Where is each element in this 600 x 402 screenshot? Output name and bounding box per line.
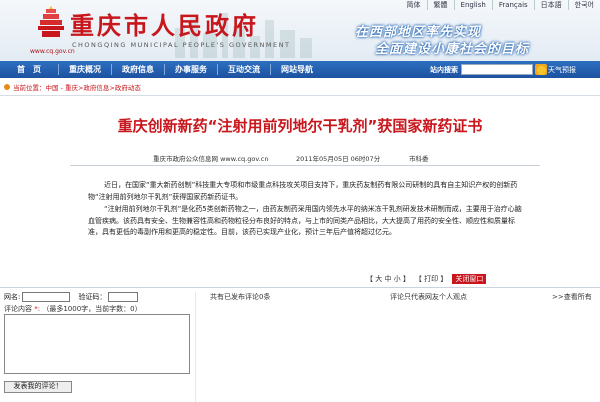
lang-traditional[interactable]: 繁體 bbox=[426, 0, 454, 10]
site-subtitle: CHONGQING MUNICIPAL PEOPLE'S GOVERNMENT bbox=[72, 41, 291, 49]
nav-item-services[interactable]: 办事服务 bbox=[165, 64, 217, 75]
site-title: 重庆市人民政府 bbox=[70, 12, 259, 40]
main-nav: 首页 重庆概况 政府信息 办事服务 互动交流 网站导航 站内搜索 天气预报 bbox=[0, 61, 600, 78]
search-input[interactable] bbox=[461, 64, 533, 75]
tools-divider bbox=[0, 287, 600, 288]
comment-textarea[interactable] bbox=[4, 314, 190, 374]
lang-simplified[interactable]: 简体 bbox=[401, 0, 427, 10]
nav-item-home[interactable]: 首页 bbox=[0, 64, 58, 75]
weather-link[interactable]: 天气预报 bbox=[537, 65, 576, 75]
comment-divider bbox=[195, 292, 196, 402]
comment-count: 共有已发布评论0条 bbox=[210, 293, 271, 301]
lang-japanese[interactable]: 日本語 bbox=[533, 0, 568, 10]
nav-item-gov-info[interactable]: 政府信息 bbox=[112, 64, 164, 75]
site-header: www.cq.gov.cn 重庆市人民政府 CHONGQING MUNICIPA… bbox=[0, 0, 600, 61]
location-icon bbox=[4, 84, 10, 90]
nav-item-sitemap[interactable]: 网站导航 bbox=[271, 64, 323, 75]
print-button[interactable]: 【 打印 】 bbox=[415, 274, 447, 284]
search-label: 站内搜索 bbox=[430, 65, 458, 74]
lang-korean[interactable]: 한국어 bbox=[567, 0, 600, 10]
breadcrumb-text[interactable]: 当前位置：中国 - 重庆>政府信息>政府动态 bbox=[13, 82, 141, 92]
site-search: 站内搜索 bbox=[430, 64, 547, 75]
lang-french[interactable]: Français bbox=[491, 0, 534, 10]
comment-disclaimer: 评论只代表网友个人观点 bbox=[390, 293, 467, 301]
article-date: 2011年05月05日 06时07分 bbox=[296, 155, 381, 163]
required-mark: *: bbox=[34, 305, 41, 313]
nav-item-overview[interactable]: 重庆概况 bbox=[59, 64, 111, 75]
captcha-input[interactable] bbox=[108, 292, 139, 302]
article-tools: 【 大 中 小 】 【 打印 】 关闭窗口 bbox=[366, 274, 491, 284]
comment-section: 网名: 验证码： 评论内容 *: （最多1000字，当前字数：0） 发表我的评论… bbox=[0, 292, 600, 402]
captcha-label: 验证码： bbox=[78, 293, 107, 301]
breadcrumb: 当前位置：中国 - 重庆>政府信息>政府动态 bbox=[4, 82, 141, 92]
article-source: 重庆市政府公众信息网 www.cq.gov.cn bbox=[153, 155, 269, 163]
submit-comment-button[interactable]: 发表我的评论！ bbox=[4, 381, 72, 393]
site-url: www.cq.gov.cn bbox=[30, 48, 75, 55]
lang-english[interactable]: English bbox=[453, 0, 492, 10]
name-input[interactable] bbox=[22, 292, 71, 302]
nav-item-interaction[interactable]: 互动交流 bbox=[218, 64, 270, 75]
name-label: 网名: bbox=[4, 293, 21, 301]
article-meta: 重庆市政府公众信息网 www.cq.gov.cn 2011年05月05日 06时… bbox=[153, 153, 429, 163]
article-author: 市科委 bbox=[409, 155, 429, 163]
breadcrumb-divider bbox=[0, 95, 600, 96]
article-paragraph: “注射用前列地尔干乳剂”是化药5类创新药物之一，由药友制药采用国内领先水平的纳米… bbox=[88, 205, 522, 236]
meta-divider bbox=[70, 165, 540, 166]
weather-label: 天气预报 bbox=[548, 66, 576, 74]
comment-identity-row: 网名: 验证码： bbox=[4, 292, 146, 302]
article-paragraph: 近日，在国家“重大新药创制”科技重大专项和市级重点科技攻关项目支持下，重庆药友制… bbox=[88, 181, 518, 201]
view-all-comments-link[interactable]: >>查看所有 bbox=[552, 292, 592, 302]
language-bar: 简体 繁體 English Français 日本語 한국어 bbox=[401, 0, 600, 10]
sun-icon bbox=[537, 65, 546, 75]
font-size-switch[interactable]: 【 大 中 小 】 bbox=[366, 274, 410, 284]
article-body: 近日，在国家“重大新药创制”科技重大专项和市级重点科技攻关项目支持下，重庆药友制… bbox=[88, 180, 528, 240]
government-emblem-icon bbox=[38, 6, 64, 37]
close-window-button[interactable]: 关闭窗口 bbox=[452, 274, 487, 284]
comment-content-label-row: 评论内容 *: （最多1000字，当前字数：0） bbox=[4, 304, 142, 314]
char-limit-text: （最多1000字，当前字数：0） bbox=[42, 305, 142, 313]
article-title: 重庆创新新药“注射用前列地尔干乳剂”获国家新药证书 bbox=[117, 117, 483, 135]
content-label: 评论内容 bbox=[4, 305, 32, 313]
slogan-line2: 全面建设小康社会的目标 bbox=[375, 42, 530, 57]
